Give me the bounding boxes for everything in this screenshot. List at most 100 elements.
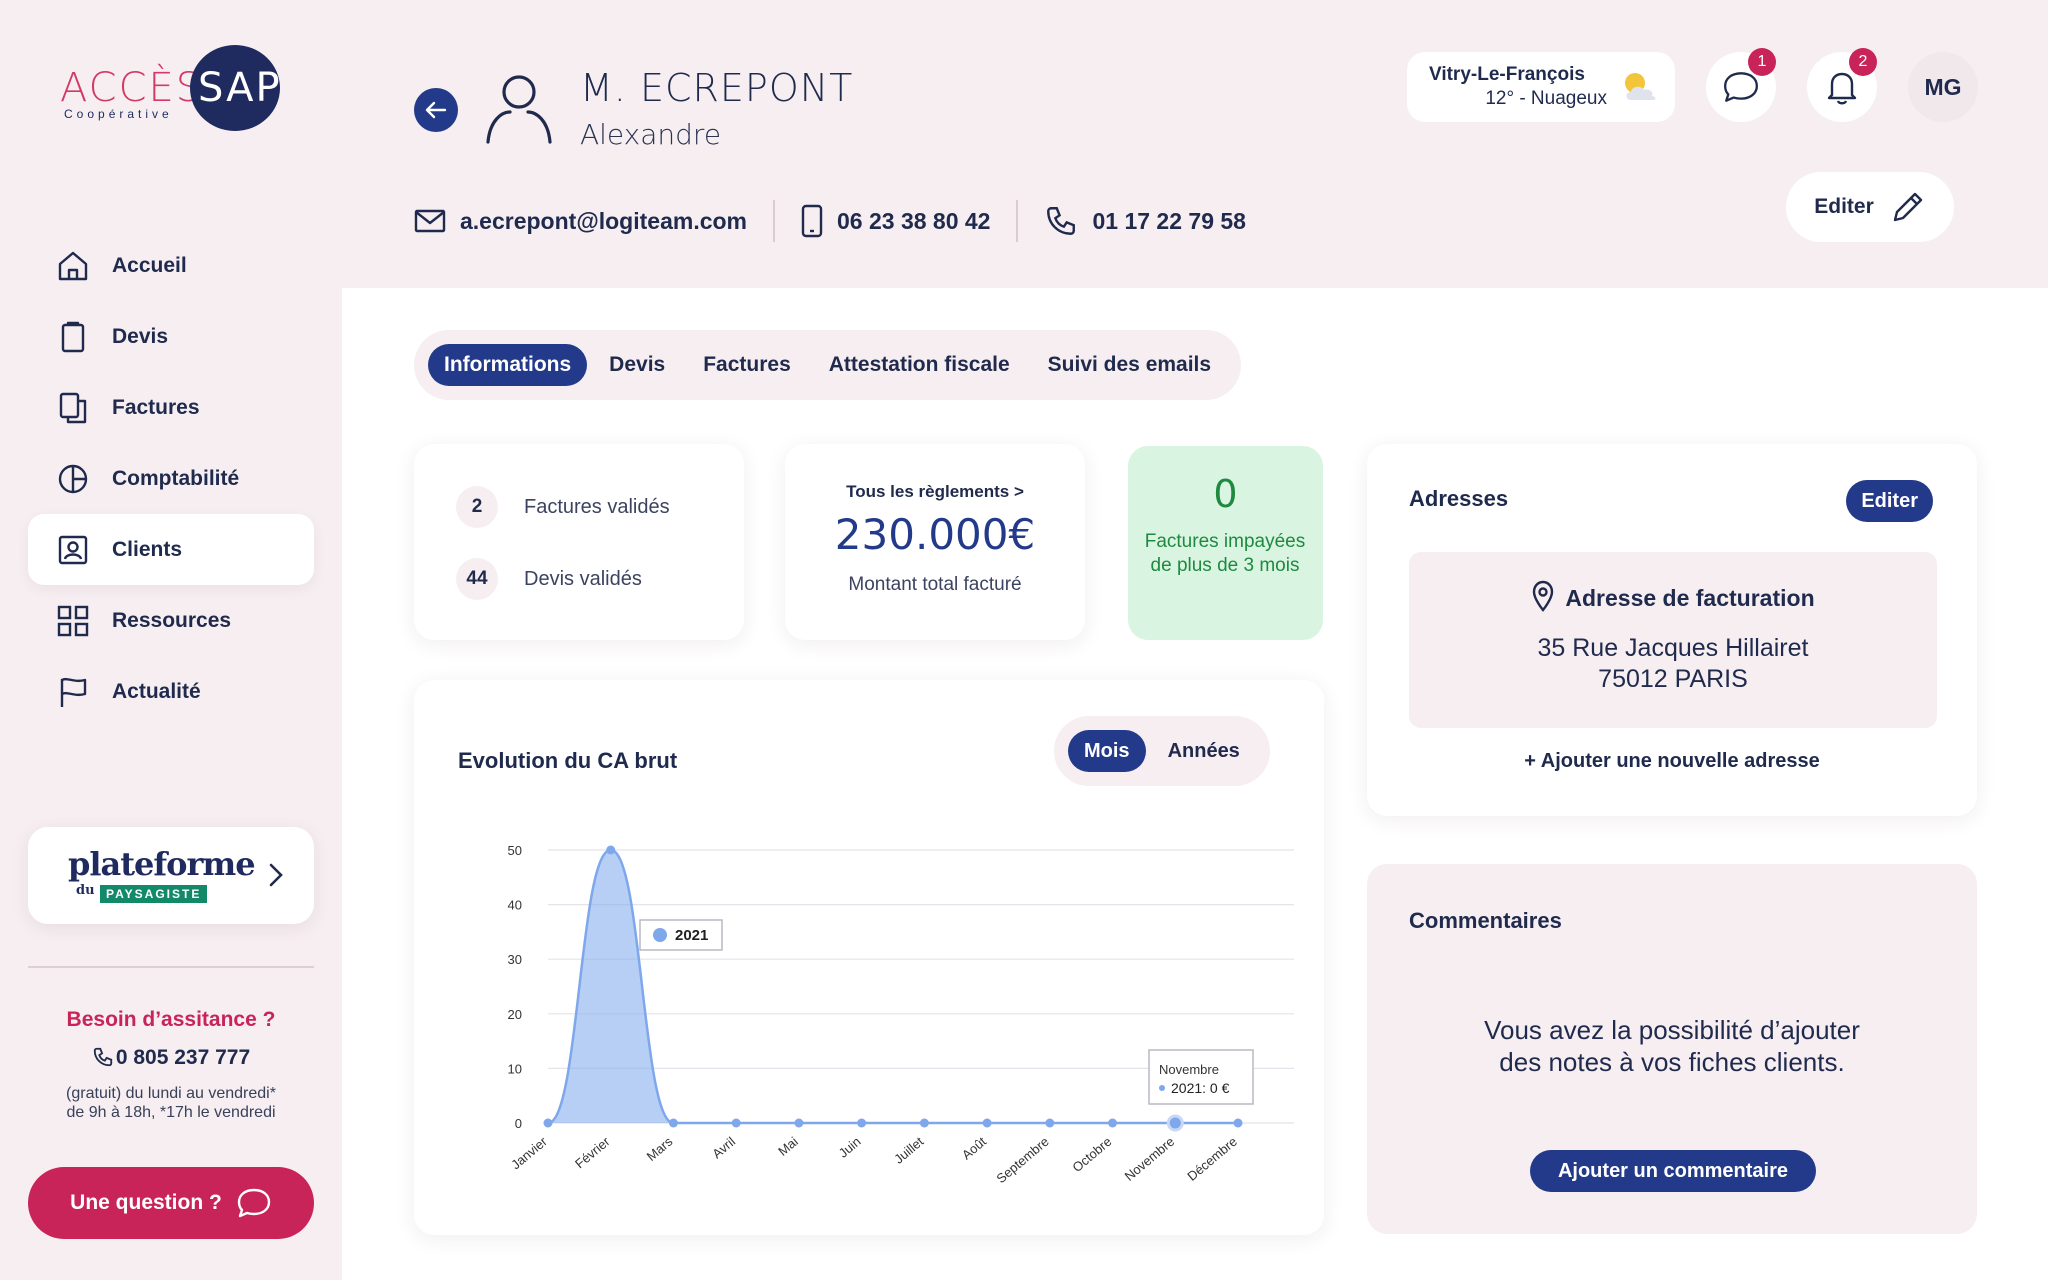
sidebar-item-comptabilite[interactable]: Comptabilité [28, 443, 314, 514]
x-tick-label: Avril [709, 1134, 738, 1162]
user-icon [486, 75, 552, 144]
sidebar-item-label: Devis [112, 324, 169, 348]
arrow-left-icon [425, 101, 447, 119]
billing-address-box: Adresse de facturation 35 Rue Jacques Hi… [1409, 552, 1937, 728]
sidebar-item-label: Clients [112, 537, 183, 561]
weather-widget: Vitry-Le-François 12° - Nuageux [1407, 52, 1675, 122]
data-point [606, 845, 616, 855]
tab-suivi-emails[interactable]: Suivi des emails [1032, 344, 1227, 386]
weather-city: Vitry-Le-François [1429, 64, 1585, 85]
revenue-chart-card: Evolution du CA brut Mois Années 0 10 20 30… [414, 680, 1324, 1235]
contact-separator [1016, 200, 1019, 242]
chat-bubble-icon [237, 1188, 271, 1218]
data-point [1233, 1118, 1243, 1128]
contact-phone[interactable]: 01 17 22 79 58 [1044, 204, 1246, 238]
devis-valides-count: 44 [456, 558, 498, 600]
sidebar-item-label: Factures [112, 395, 200, 419]
sidebar-item-accueil[interactable]: Accueil [28, 230, 314, 301]
question-button[interactable]: Une question ? [28, 1167, 314, 1239]
partner-logo-tag: PAYSAGISTE [100, 885, 208, 903]
add-address-link[interactable]: + Ajouter une nouvelle adresse [1367, 750, 1977, 773]
edit-addresses-button[interactable]: Editer [1846, 480, 1933, 522]
contact-phone-text: 01 17 22 79 58 [1092, 207, 1246, 234]
sidebar-item-label: Ressources [112, 608, 232, 632]
comments-empty-text: Vous avez la possibilité d’ajouter des n… [1367, 1014, 1977, 1078]
factures-validees-count: 2 [456, 486, 498, 528]
sidebar-nav: Accueil Devis Factures Comptabilité Clie… [28, 230, 314, 727]
comments-empty-line2: des notes à vos fiches clients. [1499, 1047, 1845, 1077]
data-point [1108, 1118, 1118, 1128]
notifications-button[interactable]: 2 [1807, 48, 1877, 122]
devis-valides-label: Devis validés [524, 567, 642, 590]
data-point [1045, 1118, 1055, 1128]
contact-row: a.ecrepont@logiteam.com 06 23 38 80 42 0… [414, 196, 1246, 246]
add-comment-button[interactable]: Ajouter un commentaire [1530, 1150, 1816, 1192]
x-tick-label: Décembre [1184, 1134, 1240, 1184]
sidebar-item-devis[interactable]: Devis [28, 301, 314, 372]
user-avatar[interactable]: MG [1908, 52, 1978, 122]
sidebar-item-factures[interactable]: Factures [28, 372, 314, 443]
phone-icon [93, 1047, 113, 1067]
x-tick-label: Janvier [508, 1133, 550, 1172]
tab-informations[interactable]: Informations [428, 344, 588, 386]
legend-marker [653, 928, 667, 942]
total-billed-amount: 230.000€ [834, 510, 1036, 559]
data-point [794, 1118, 804, 1128]
billing-address-heading: Adresse de facturation [1409, 580, 1937, 612]
sidebar-item-label: Actualité [112, 679, 201, 703]
notifications-badge: 2 [1849, 48, 1877, 76]
tooltip-title: Novembre [1159, 1062, 1219, 1077]
unpaid-invoices-count: 0 [1213, 472, 1238, 516]
weather-temp: 12° - Nuageux [1485, 88, 1607, 109]
acces-sap-logo[interactable]: ACCÈS SAP Coopérative [60, 45, 290, 135]
unpaid-invoices-card[interactable]: 0 Factures impayées de plus de 3 mois [1128, 446, 1323, 640]
sidebar-item-ressources[interactable]: Ressources [28, 585, 314, 656]
all-payments-link[interactable]: Tous les règlements > [785, 482, 1085, 502]
contact-mobile-text: 06 23 38 80 42 [837, 207, 991, 234]
messages-button[interactable]: 1 [1706, 48, 1776, 122]
tooltip-value: 2021: 0 € [1171, 1080, 1230, 1096]
back-button[interactable] [414, 88, 458, 132]
factures-validees-label: Factures validés [524, 495, 670, 518]
addresses-title: Adresses [1409, 486, 1509, 511]
grid-icon [57, 605, 89, 636]
flag-icon [60, 677, 87, 707]
help-hours: (gratuit) du lundi au vendredi* de 9h à … [0, 1084, 342, 1122]
contact-email[interactable]: a.ecrepont@logiteam.com [414, 208, 747, 235]
tab-attestation-fiscale[interactable]: Attestation fiscale [813, 344, 1026, 386]
tab-devis[interactable]: Devis [593, 344, 681, 386]
edit-client-button[interactable]: Editer [1786, 172, 1954, 242]
sidebar-divider [28, 966, 314, 968]
y-tick-label: 0 [515, 1116, 522, 1131]
sidebar-item-clients[interactable]: Clients [28, 514, 314, 585]
tab-factures[interactable]: Factures [687, 344, 807, 386]
x-tick-label: Février [572, 1133, 613, 1171]
contact-mobile[interactable]: 06 23 38 80 42 [801, 204, 990, 238]
x-tick-label: Mars [644, 1133, 676, 1163]
client-header: M. ECREPONT Alexandre a.ecrepont@logitea… [342, 0, 2048, 288]
mobile-phone-icon [801, 204, 823, 238]
data-point [731, 1118, 741, 1128]
help-hours-line1: (gratuit) du lundi au vendredi* [66, 1085, 276, 1102]
client-firstname: Alexandre [580, 118, 722, 151]
client-name: M. ECREPONT [580, 66, 854, 110]
logo-subtitle: Coopérative [64, 107, 173, 121]
y-tick-label: 40 [508, 898, 522, 913]
plateforme-paysagiste-link[interactable]: plateforme du PAYSAGISTE [28, 827, 314, 924]
billing-address-line1: 35 Rue Jacques Hillairet [1537, 634, 1809, 662]
location-pin-icon [1533, 580, 1554, 612]
y-tick-label: 30 [508, 952, 522, 967]
y-tick-label: 50 [508, 843, 522, 858]
help-title: Besoin d’assitance ? [66, 1008, 276, 1031]
data-point [982, 1118, 992, 1128]
sidebar-item-label: Comptabilité [112, 466, 240, 490]
sidebar-item-actualite[interactable]: Actualité [28, 656, 314, 727]
documents-icon [59, 392, 87, 423]
data-point [919, 1118, 929, 1128]
sidebar: ACCÈS SAP Coopérative Accueil Devis Fact… [0, 0, 342, 1280]
devis-valides-row[interactable]: 44 Devis validés [456, 558, 642, 600]
bell-icon [1827, 72, 1857, 105]
partner-logo-du: du [76, 883, 95, 898]
factures-validees-row[interactable]: 2 Factures validés [456, 486, 670, 528]
help-phone[interactable]: 0 805 237 777 [0, 1046, 342, 1070]
